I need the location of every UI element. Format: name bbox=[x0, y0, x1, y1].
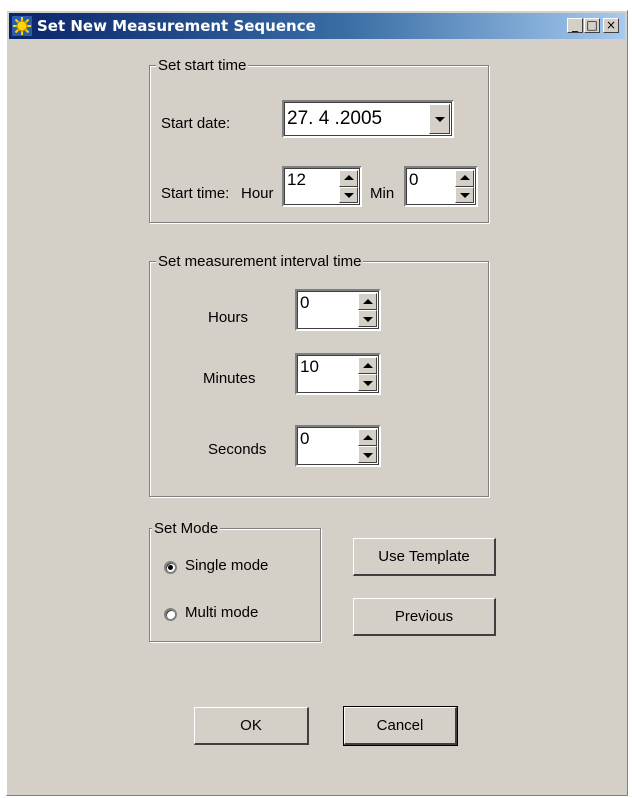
start-time-label: Start time: bbox=[161, 185, 230, 202]
previous-button[interactable]: Previous bbox=[353, 598, 496, 636]
min-label: Min bbox=[370, 185, 395, 202]
minutes-spin-up-button[interactable] bbox=[358, 357, 377, 374]
minutes-spin-down-button[interactable] bbox=[358, 374, 377, 391]
dropdown-arrow-icon bbox=[434, 117, 445, 122]
minutes-spinbox[interactable]: 10 bbox=[295, 353, 381, 395]
hour-spin-down-button[interactable] bbox=[339, 186, 358, 203]
hours-spinner bbox=[358, 293, 377, 327]
single-mode-label: Single mode bbox=[185, 557, 269, 574]
mode-legend: Set Mode bbox=[152, 520, 221, 537]
hour-spin-up-button[interactable] bbox=[339, 170, 358, 187]
maximize-icon: □ bbox=[586, 18, 598, 32]
window-title: Set New Measurement Sequence bbox=[37, 17, 316, 35]
hours-label: Hours bbox=[208, 309, 249, 326]
radio-button-unselected[interactable] bbox=[164, 608, 177, 621]
hours-spinbox[interactable]: 0 bbox=[295, 289, 381, 331]
hour-spinbox[interactable]: 12 bbox=[282, 166, 362, 207]
hours-spin-up-button[interactable] bbox=[358, 293, 377, 310]
hour-label: Hour bbox=[241, 185, 274, 202]
radio-button-selected[interactable] bbox=[164, 561, 177, 574]
start-date-combobox[interactable]: 27. 4 .2005 bbox=[282, 100, 454, 138]
radio-single-mode[interactable]: Single mode bbox=[164, 557, 314, 579]
min-spinner bbox=[455, 170, 474, 203]
seconds-spin-down-button[interactable] bbox=[358, 446, 377, 463]
minimize-button[interactable]: _ bbox=[567, 18, 583, 33]
seconds-spin-up-button[interactable] bbox=[358, 429, 377, 446]
interval-legend: Set measurement interval time bbox=[156, 253, 364, 270]
seconds-value: 0 bbox=[300, 429, 310, 448]
spin-up-icon bbox=[459, 175, 470, 181]
spin-down-icon bbox=[459, 192, 470, 198]
radio-dot bbox=[168, 565, 173, 570]
minutes-label: Minutes bbox=[203, 370, 256, 387]
minimize-icon: _ bbox=[572, 18, 578, 32]
title-bar[interactable]: Set New Measurement Sequence _ □ × bbox=[9, 13, 625, 39]
min-spin-down-button[interactable] bbox=[455, 186, 474, 203]
maximize-button[interactable]: □ bbox=[584, 18, 600, 33]
spin-down-icon bbox=[362, 452, 373, 458]
multi-mode-label: Multi mode bbox=[185, 604, 259, 621]
close-icon: × bbox=[605, 18, 617, 32]
spin-up-icon bbox=[362, 362, 373, 368]
dialog-window: Set New Measurement Sequence _ □ × Set s… bbox=[6, 10, 628, 796]
min-value: 0 bbox=[409, 170, 419, 189]
spin-up-icon bbox=[343, 175, 354, 181]
hours-spin-down-button[interactable] bbox=[358, 310, 377, 327]
spin-up-icon bbox=[362, 434, 373, 440]
close-button[interactable]: × bbox=[603, 18, 619, 33]
min-spinbox[interactable]: 0 bbox=[404, 166, 478, 207]
cancel-button[interactable]: Cancel bbox=[343, 706, 458, 746]
spin-up-icon bbox=[362, 298, 373, 304]
hour-value: 12 bbox=[287, 170, 306, 189]
spin-down-icon bbox=[343, 192, 354, 198]
minutes-spinner bbox=[358, 357, 377, 391]
hours-value: 0 bbox=[300, 293, 310, 312]
min-spin-up-button[interactable] bbox=[455, 170, 474, 187]
start-date-label: Start date: bbox=[161, 115, 231, 132]
seconds-spinner bbox=[358, 429, 377, 463]
radio-multi-mode[interactable]: Multi mode bbox=[164, 604, 314, 626]
ok-button[interactable]: OK bbox=[194, 707, 309, 745]
spin-down-icon bbox=[362, 380, 373, 386]
hour-spinner bbox=[339, 170, 358, 203]
start-date-dropdown-button[interactable] bbox=[429, 104, 450, 134]
minutes-value: 10 bbox=[300, 357, 319, 376]
seconds-label: Seconds bbox=[208, 441, 267, 458]
sun-app-icon bbox=[12, 16, 32, 36]
use-template-button[interactable]: Use Template bbox=[353, 538, 496, 576]
spin-down-icon bbox=[362, 316, 373, 322]
seconds-spinbox[interactable]: 0 bbox=[295, 425, 381, 467]
start-time-legend: Set start time bbox=[156, 57, 249, 74]
start-date-value: 27. 4 .2005 bbox=[287, 108, 383, 129]
